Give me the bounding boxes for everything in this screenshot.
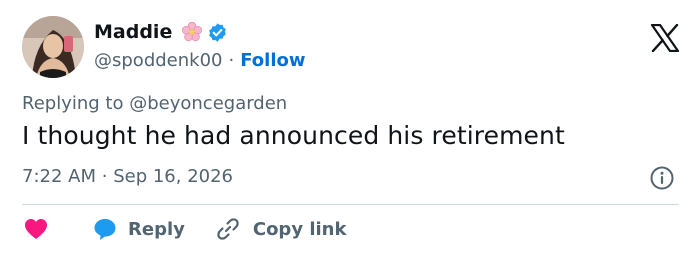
tweet-date: Sep 16, 2026 — [113, 166, 234, 187]
separator-dot: · — [228, 49, 235, 71]
timestamp[interactable]: 7:22 AM · Sep 16, 2026 — [22, 166, 233, 187]
replying-mention[interactable]: @beyoncegarden — [129, 93, 287, 114]
cherry-blossom-icon — [182, 21, 203, 42]
link-icon — [217, 218, 239, 240]
follow-button[interactable]: Follow — [240, 50, 305, 71]
divider — [22, 204, 679, 205]
tweet-header: Maddie @spoddenk00 · Follow — [22, 16, 682, 78]
replying-to: Replying to @beyoncegarden — [22, 93, 287, 114]
profile-photo — [22, 16, 84, 78]
avatar[interactable] — [22, 16, 84, 78]
reply-label: Reply — [128, 218, 185, 240]
speech-bubble-icon — [94, 219, 116, 240]
reply-button[interactable]: Reply — [50, 216, 185, 242]
verified-badge-icon — [209, 22, 227, 42]
author-info: Maddie @spoddenk00 · Follow — [94, 20, 306, 73]
x-logo-icon[interactable] — [650, 24, 680, 52]
copy-link-label: Copy link — [252, 218, 347, 240]
handle-row: @spoddenk00 · Follow — [94, 47, 306, 73]
author-handle[interactable]: @spoddenk00 — [94, 50, 222, 71]
copy-link-button[interactable]: Copy link — [185, 216, 347, 242]
info-icon[interactable] — [649, 165, 675, 191]
timestamp-separator: · — [101, 166, 108, 187]
replying-prefix: Replying to — [22, 93, 124, 114]
author-name[interactable]: Maddie — [94, 21, 172, 43]
tweet-text: I thought he had announced his retiremen… — [22, 121, 565, 150]
name-row: Maddie — [94, 20, 306, 44]
tweet-time: 7:22 AM — [22, 166, 96, 187]
heart-icon[interactable] — [22, 215, 50, 243]
action-bar: Reply Copy link — [22, 214, 346, 244]
